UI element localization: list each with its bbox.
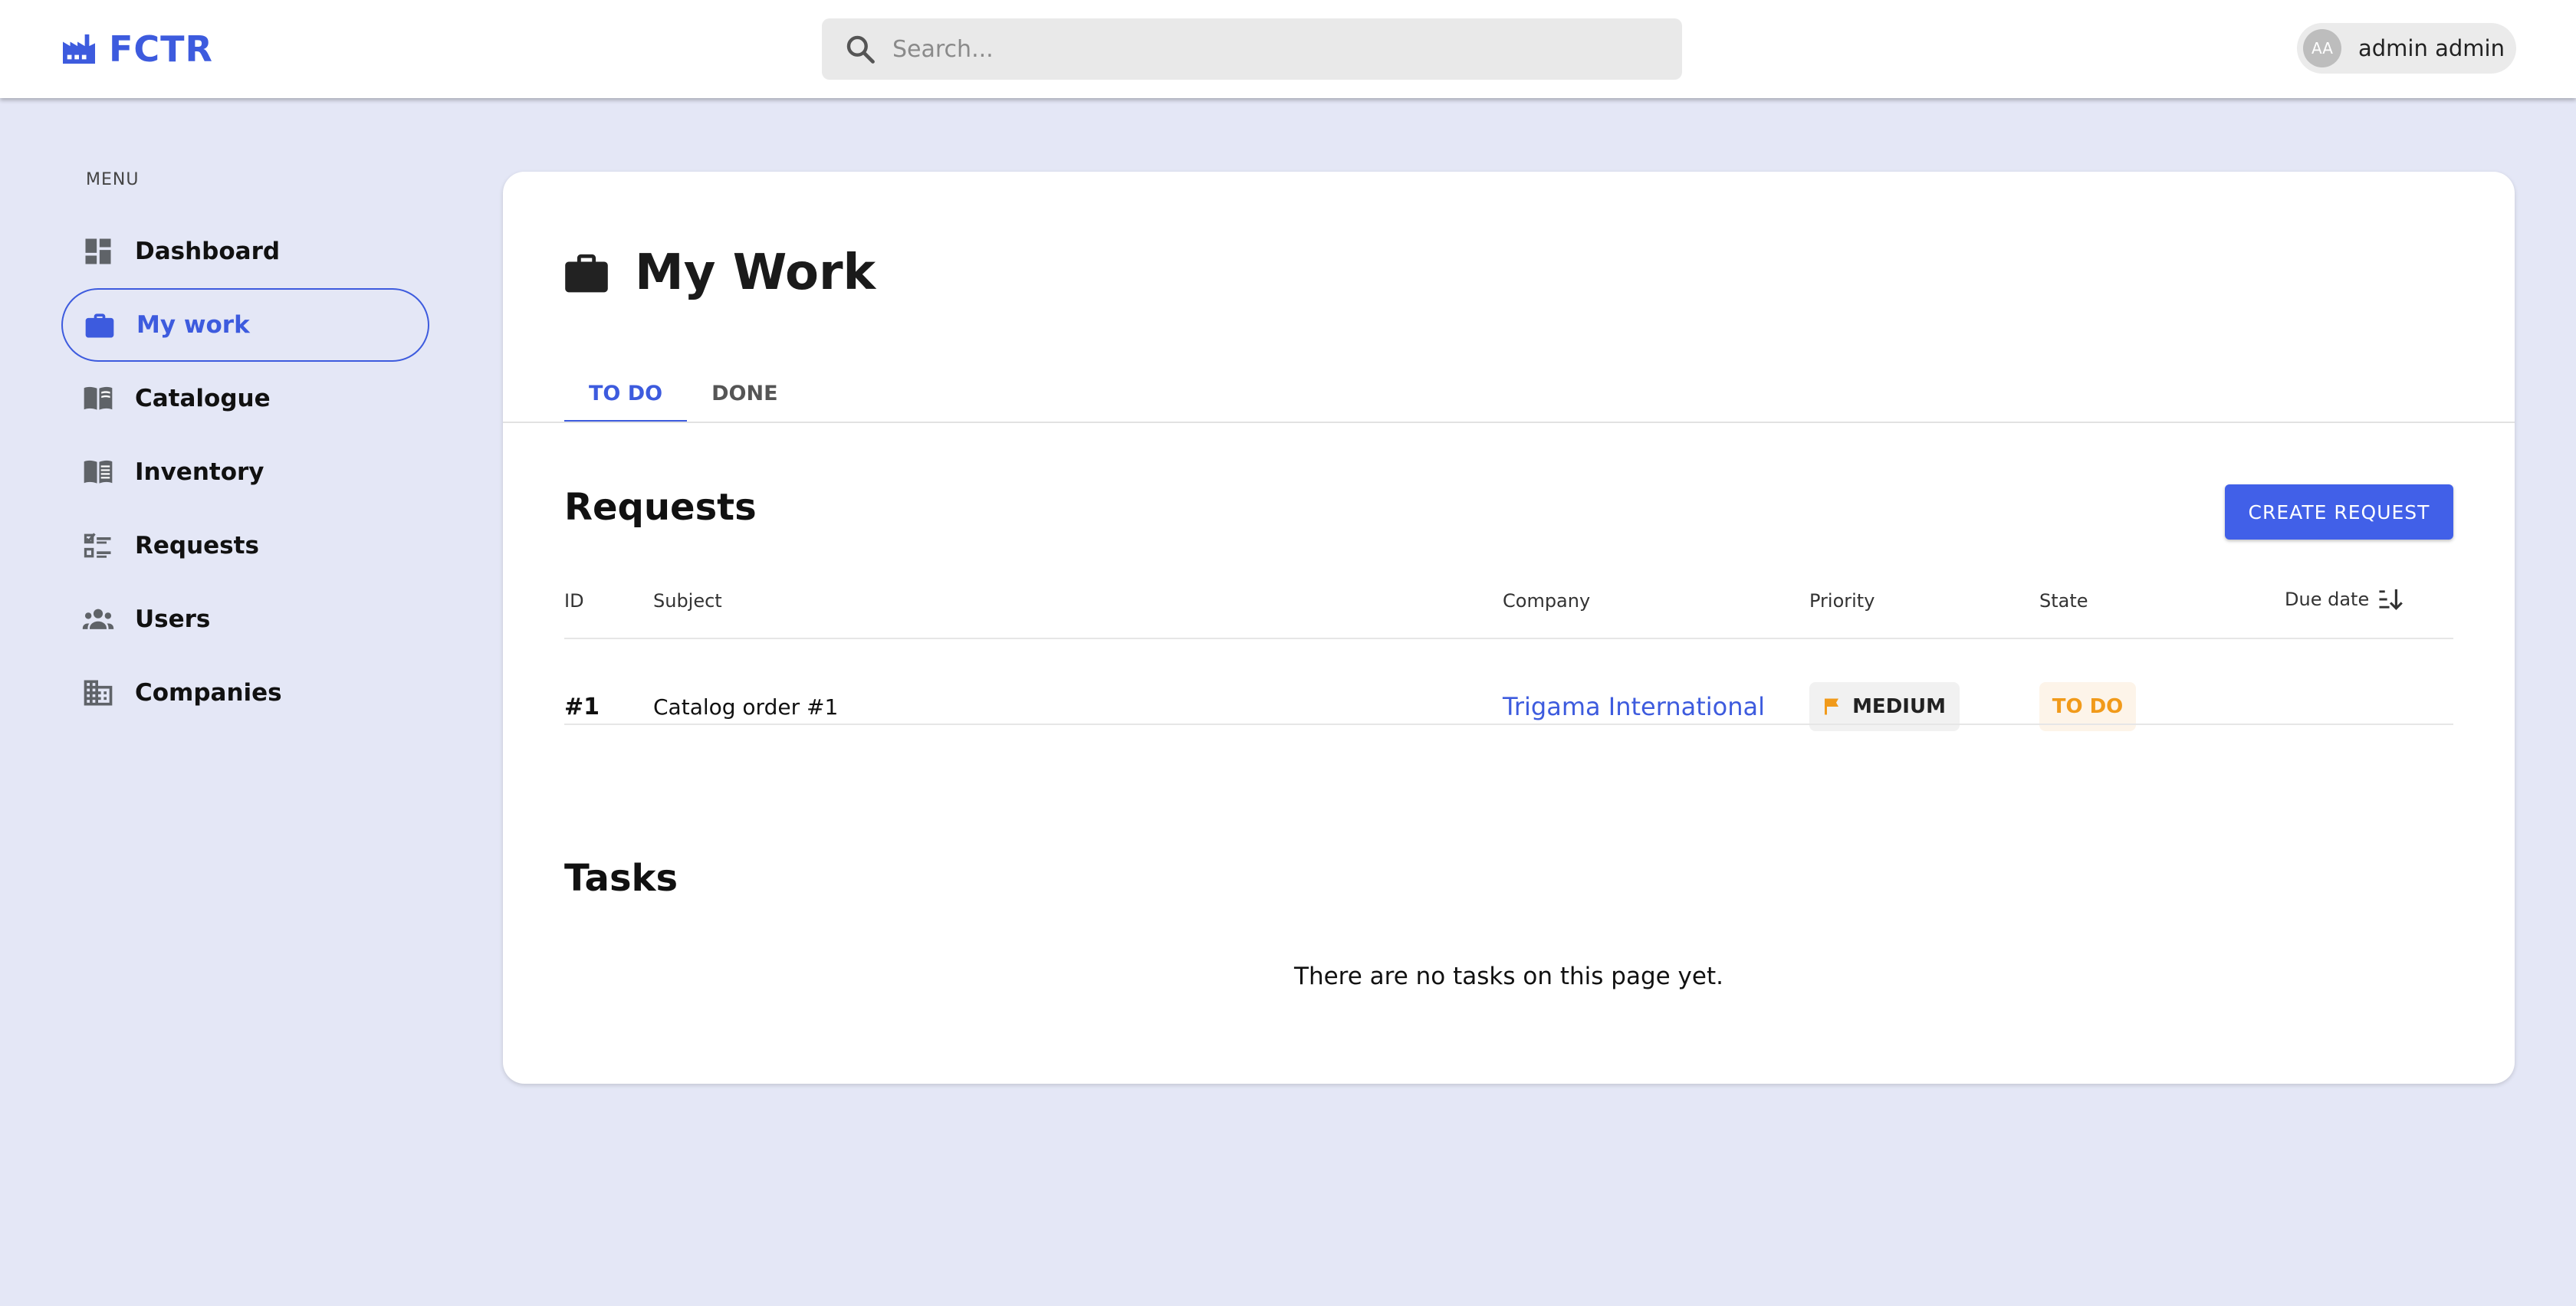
avatar: AA xyxy=(2303,29,2341,67)
sidebar-item-catalogue[interactable]: Catalogue xyxy=(61,362,429,435)
column-header-id[interactable]: ID xyxy=(564,590,584,612)
column-header-due-date[interactable]: Due date xyxy=(2285,584,2404,615)
column-header-subject[interactable]: Subject xyxy=(653,590,722,612)
tabs-divider xyxy=(503,422,2515,423)
tasks-title: Tasks xyxy=(564,857,678,900)
sidebar-item-label: My work xyxy=(136,311,250,339)
menu-heading: MENU xyxy=(86,170,140,189)
sidebar-item-label: Companies xyxy=(135,679,282,707)
brand-logo[interactable]: FCTR xyxy=(61,28,213,71)
sort-descending-icon xyxy=(2379,589,2404,610)
tab-bar: TO DO DONE xyxy=(564,363,803,423)
page-title: My Work xyxy=(635,244,876,301)
main-card: My Work TO DO DONE Requests CREATE REQUE… xyxy=(503,172,2515,1084)
sidebar-item-label: Dashboard xyxy=(135,238,281,265)
flag-icon xyxy=(1825,698,1839,715)
sidebar-item-label: Users xyxy=(135,605,211,633)
factory-icon xyxy=(63,34,95,64)
column-header-label: Due date xyxy=(2285,589,2370,610)
search-input[interactable] xyxy=(892,26,1659,72)
brand-name: FCTR xyxy=(109,28,213,70)
page-header: My Work xyxy=(564,241,876,305)
priority-label: MEDIUM xyxy=(1852,695,1946,718)
table-divider xyxy=(564,638,2453,639)
sidebar-item-requests[interactable]: Requests xyxy=(61,509,429,582)
company-link[interactable]: Trigama International xyxy=(1503,684,1765,730)
column-header-company[interactable]: Company xyxy=(1503,590,1590,612)
sidebar-item-users[interactable]: Users xyxy=(61,582,429,656)
ledger-book-icon xyxy=(84,460,113,484)
briefcase-icon xyxy=(85,313,114,338)
sidebar-item-label: Inventory xyxy=(135,458,264,486)
checklist-icon xyxy=(84,533,111,558)
table-divider xyxy=(564,724,2453,725)
column-header-priority[interactable]: Priority xyxy=(1809,590,1875,612)
user-name: admin admin xyxy=(2358,35,2505,61)
briefcase-icon xyxy=(565,254,608,293)
sidebar-item-label: Catalogue xyxy=(135,385,271,412)
tasks-empty-message: There are no tasks on this page yet. xyxy=(1294,963,1723,990)
building-icon xyxy=(84,680,113,706)
search-bar xyxy=(822,18,1682,80)
tab-to-do[interactable]: TO DO xyxy=(564,363,688,423)
requests-title: Requests xyxy=(564,486,757,529)
top-bar: FCTR AA admin admin xyxy=(0,0,2576,98)
sidebar-item-dashboard[interactable]: Dashboard xyxy=(61,215,429,288)
sidebar-item-companies[interactable]: Companies xyxy=(61,656,429,730)
column-header-state[interactable]: State xyxy=(2039,590,2088,612)
sidebar-item-my-work[interactable]: My work xyxy=(61,288,429,362)
sidebar-item-inventory[interactable]: Inventory xyxy=(61,435,429,509)
request-id: #1 xyxy=(564,693,600,720)
tab-done[interactable]: DONE xyxy=(687,363,802,423)
open-book-icon xyxy=(84,386,113,410)
users-icon xyxy=(82,609,114,629)
create-request-button[interactable]: CREATE REQUEST xyxy=(2225,484,2453,540)
sidebar-item-label: Requests xyxy=(135,532,259,559)
user-menu-button[interactable]: AA admin admin xyxy=(2297,23,2516,74)
search-icon xyxy=(846,35,875,64)
request-subject: Catalog order #1 xyxy=(653,694,839,720)
dashboard-icon xyxy=(85,238,111,264)
